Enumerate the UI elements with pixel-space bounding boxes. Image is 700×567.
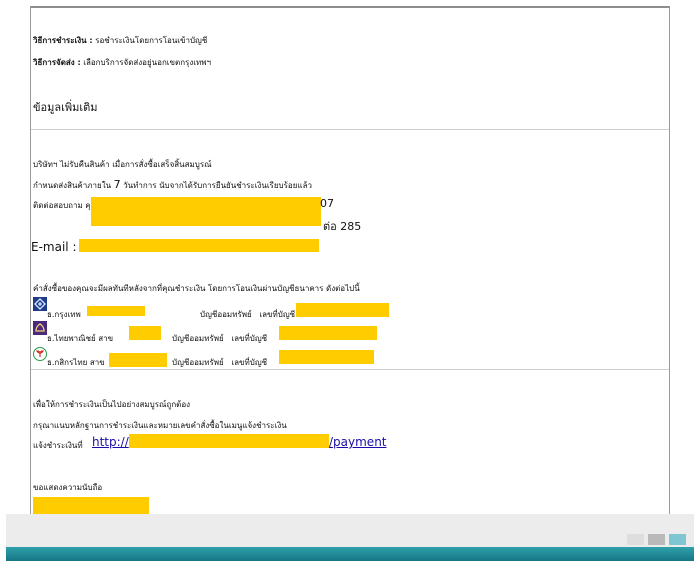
pager-square-2[interactable] xyxy=(648,534,665,545)
account-type: บัญชีออมทรัพย์ xyxy=(172,334,224,343)
bank-name: ธ.กรุงเทพ xyxy=(47,310,81,319)
contact-phone-tail: 07 xyxy=(320,197,334,210)
redacted-email[interactable] xyxy=(79,239,319,252)
email-line: E-mail : xyxy=(31,240,76,254)
contact-prefix: ติดต่อสอบถาม คุ xyxy=(33,201,91,210)
redacted-domain[interactable] xyxy=(129,434,329,448)
delivery-text-post: วันทำการ นับจากได้รับการยืนยันชำระเงินเร… xyxy=(123,181,312,190)
bank-transfer-intro: คำสั่งซื้อของคุณจะมีผลทันทีหลังจากที่คุณ… xyxy=(33,284,360,293)
scb-bank-icon xyxy=(33,321,47,335)
shipping-method-label: วิธีการจัดส่ง : xyxy=(33,58,81,67)
payment-link-start[interactable]: http:// xyxy=(92,435,129,449)
bangkok-bank-icon xyxy=(33,297,47,311)
redacted-contact xyxy=(91,197,321,226)
payment-link-end[interactable]: /payment xyxy=(329,435,387,449)
divider xyxy=(31,129,669,130)
payment-method-value: รอชำระเงินโดยการโอนเข้าบัญชี xyxy=(95,36,208,45)
redacted-account-no xyxy=(296,303,389,317)
account-type: บัญชีออมทรัพย์ xyxy=(200,310,252,319)
shipping-method-value: เลือกบริการจัดส่งอยู่นอกเขตกรุงเทพฯ xyxy=(83,58,212,67)
delivery-days: 7 xyxy=(113,178,121,191)
payment-method-label: วิธีการชำระเงิน : xyxy=(33,36,93,45)
divider xyxy=(31,369,669,370)
redacted-branch xyxy=(109,353,167,367)
bank-row-1: ธ.กรุงเทพ xyxy=(47,308,81,321)
pager-square-1[interactable] xyxy=(627,534,644,545)
pager-square-3[interactable] xyxy=(669,534,686,545)
bank-name: ธ.ไทยพาณิชย์ สาข xyxy=(47,334,114,343)
account-no-label: เลขที่บัญชี xyxy=(231,334,268,343)
bottom-bar xyxy=(6,547,694,561)
redacted-account-no xyxy=(279,326,377,340)
redacted-signature xyxy=(33,497,149,514)
account-type: บัญชีออมทรัพย์ xyxy=(172,358,224,367)
email-preview-frame: วิธีการชำระเงิน : รอชำระเงินโดยการโอนเข้… xyxy=(30,6,670,515)
account-no-label: เลขที่บัญชี xyxy=(259,310,296,319)
email-label: E-mail : xyxy=(31,240,77,254)
no-return-notice: บริษัทฯ ไม่รับคืนสินค้า เมื่อการสั่งซื้อ… xyxy=(33,160,212,169)
bank-row-3-details: บัญชีออมทรัพย์ เลขที่บัญชี xyxy=(172,356,267,369)
redacted-branch xyxy=(129,326,161,340)
bank-row-2-details: บัญชีออมทรัพย์ เลขที่บัญชี xyxy=(172,332,267,345)
kasikorn-bank-icon xyxy=(33,347,47,361)
bank-row-3: ธ.กสิกรไทย สาข xyxy=(47,356,105,369)
payment-method-line: วิธีการชำระเงิน : รอชำระเงินโดยการโอนเข้… xyxy=(33,34,207,47)
notify-prefix: แจ้งชำระเงินที่ xyxy=(33,441,83,450)
closing-thanks: ขอแสดงความนับถือ xyxy=(33,483,103,492)
account-no-label: เลขที่บัญชี xyxy=(231,358,268,367)
additional-info-heading: ข้อมูลเพิ่มเติม xyxy=(33,101,98,114)
shipping-method-line: วิธีการจัดส่ง : เลือกบริการจัดส่งอยู่นอก… xyxy=(33,56,211,69)
bank-row-2: ธ.ไทยพาณิชย์ สาข xyxy=(47,332,113,345)
instruction-line-1: เพื่อให้การชำระเงินเป็นไปอย่างสมบูรณ์ถูก… xyxy=(33,400,191,409)
delivery-notice: กำหนดส่งสินค้าภายใน 7 วันทำการ นับจากได้… xyxy=(33,178,312,192)
bank-row-1-details: บัญชีออมทรัพย์ เลขที่บัญชี xyxy=(200,308,295,321)
footer-strip xyxy=(6,514,694,547)
instruction-line-2: กรุณาแนบหลักฐานการชำระเงินและหมายเลขคำสั… xyxy=(33,421,287,430)
delivery-text-pre: กำหนดส่งสินค้าภายใน xyxy=(33,181,112,190)
contact-extension: ต่อ 285 xyxy=(323,220,362,233)
redacted-branch xyxy=(87,306,145,316)
redacted-account-no xyxy=(279,350,374,364)
bank-name: ธ.กสิกรไทย สาข xyxy=(47,358,105,367)
